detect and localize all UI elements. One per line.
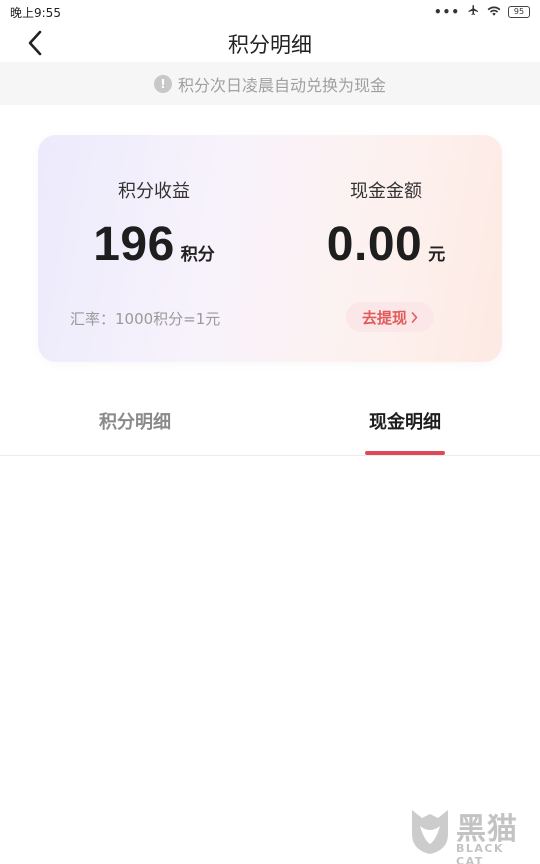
notice-bar: ! 积分次日凌晨自动兑换为现金 — [0, 62, 540, 105]
watermark: 黑猫 BLACK CAT — [408, 802, 534, 864]
cash-unit: 元 — [428, 245, 446, 265]
tab-label: 现金明细 — [369, 412, 441, 433]
cash-label: 现金金额 — [350, 181, 422, 202]
active-tab-indicator — [365, 451, 445, 455]
exclamation-icon: ! — [153, 74, 172, 93]
points-value-row: 196 积分 — [38, 217, 270, 272]
points-value: 196 — [93, 218, 175, 271]
cash-value: 0.00 — [326, 218, 423, 271]
wifi-icon — [487, 5, 501, 19]
withdraw-label: 去提现 — [361, 308, 407, 327]
status-time: 晚上9:55 — [10, 6, 61, 20]
status-bar: 晚上9:55 ••• 95 — [0, 0, 540, 24]
chevron-right-icon — [411, 311, 418, 323]
tab-points-detail[interactable]: 积分明细 — [35, 390, 235, 456]
status-icons: ••• 95 — [434, 4, 530, 19]
notice-text: 积分次日凌晨自动兑换为现金 — [177, 75, 386, 95]
detail-tabs: 积分明细 现金明细 — [0, 390, 540, 456]
tab-label: 积分明细 — [99, 412, 171, 433]
page-title: 积分明细 — [228, 33, 312, 57]
withdraw-button[interactable]: 去提现 — [346, 302, 434, 332]
battery-icon: 95 — [508, 5, 530, 18]
nav-bar: 积分明细 — [0, 24, 540, 62]
cash-value-row: 0.00 元 — [270, 217, 502, 272]
earnings-card: 积分收益 196 积分 汇率：1000积分=1元 现金金额 0.00 元 去提现 — [38, 135, 502, 362]
more-dots-icon: ••• — [433, 4, 460, 19]
tab-cash-detail[interactable]: 现金明细 — [305, 390, 505, 456]
airplane-icon — [467, 4, 480, 19]
cash-column: 现金金额 0.00 元 去提现 — [270, 135, 502, 362]
black-cat-logo-icon — [412, 810, 448, 854]
points-label: 积分收益 — [118, 181, 190, 202]
points-column: 积分收益 196 积分 汇率：1000积分=1元 — [38, 135, 270, 362]
points-unit: 积分 — [180, 245, 215, 265]
exchange-rate-text: 汇率：1000积分=1元 — [70, 310, 221, 328]
watermark-english: BLACK CAT — [456, 842, 505, 864]
